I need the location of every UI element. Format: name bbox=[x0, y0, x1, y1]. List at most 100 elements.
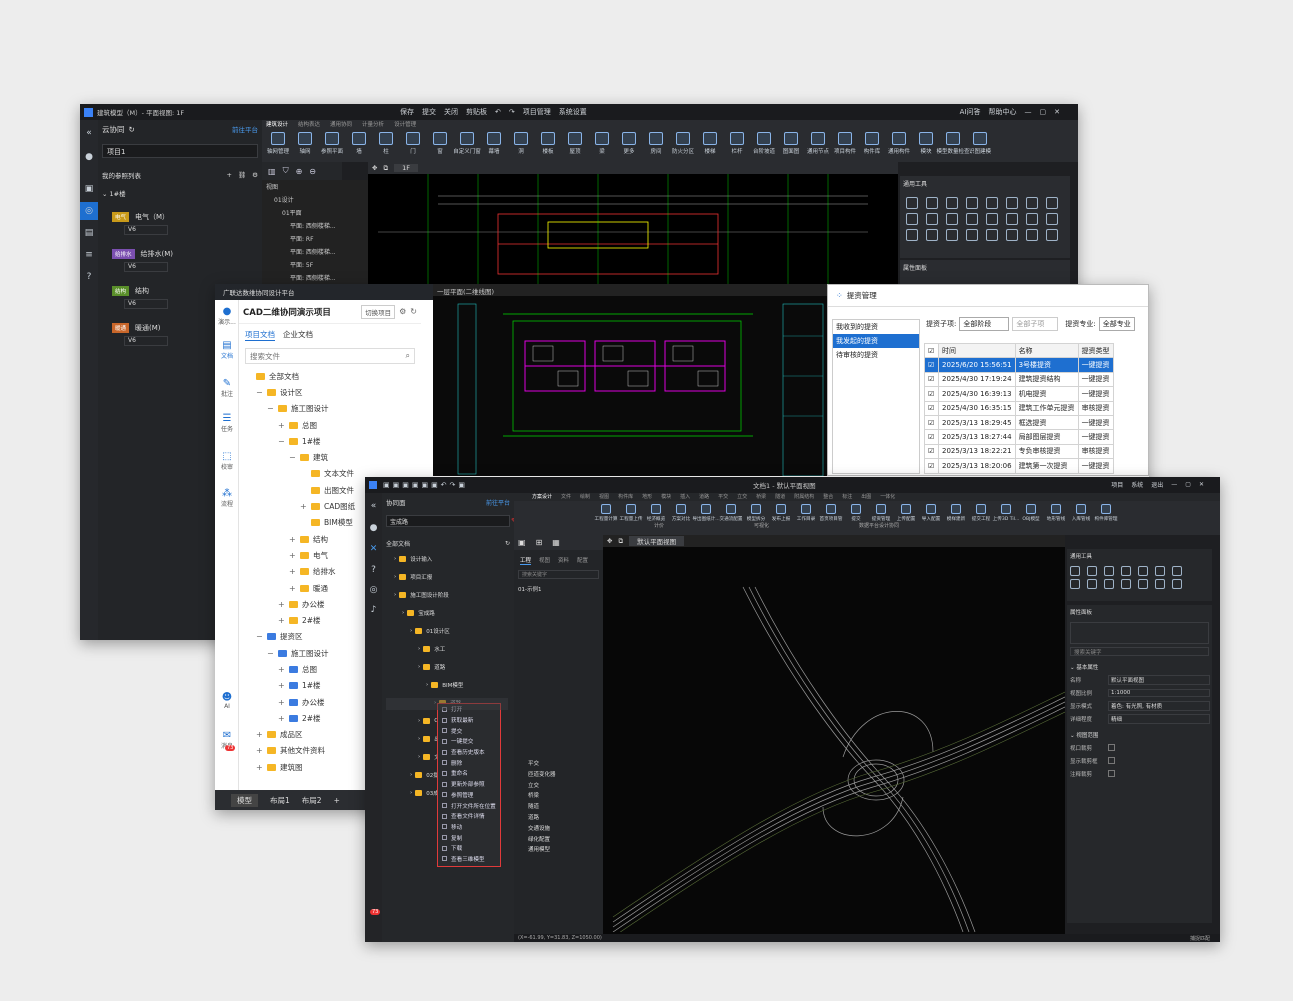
category-node[interactable]: 绿化配置 bbox=[518, 835, 556, 846]
file-node[interactable]: + 总图 bbox=[245, 417, 421, 433]
chevron-icon[interactable]: › bbox=[410, 790, 412, 796]
add-icon[interactable]: + bbox=[226, 171, 231, 179]
tool-icon[interactable] bbox=[1138, 579, 1148, 589]
tree-node[interactable]: 平面: 西侧楼梯... bbox=[262, 245, 368, 258]
ribbon-button[interactable]: 梁 bbox=[590, 132, 614, 155]
discipline-item[interactable]: 电气 电气（M） bbox=[112, 212, 262, 222]
pan-icon[interactable]: ✥ bbox=[607, 537, 612, 545]
expand-icon[interactable]: − bbox=[289, 453, 297, 462]
file-node[interactable]: − 施工图设计 bbox=[245, 401, 421, 417]
tool-icon[interactable] bbox=[966, 229, 978, 241]
table-row[interactable]: ☑ 2025/4/30 17:19:24 建筑提资结构 一键提资 bbox=[924, 371, 1114, 388]
ribbon-button[interactable]: 经济概览 bbox=[644, 504, 668, 522]
tree-node[interactable]: 视图 bbox=[262, 180, 368, 193]
ribbon-button[interactable]: 墙 bbox=[347, 132, 371, 155]
ribbon-button[interactable]: 房间 bbox=[644, 132, 668, 155]
tool-icon[interactable] bbox=[1006, 213, 1018, 225]
tab-1[interactable]: 结构表达 bbox=[298, 120, 320, 129]
ribbon-button[interactable]: 栏杆 bbox=[725, 132, 749, 155]
ribbon-button[interactable]: 楼板 bbox=[536, 132, 560, 155]
chevron-down-icon[interactable]: ⌄ bbox=[102, 190, 110, 198]
ribbon-button[interactable]: 模样建新 bbox=[944, 504, 968, 522]
tool-icon[interactable] bbox=[966, 197, 978, 209]
file-node[interactable]: › 项目汇报 bbox=[382, 568, 514, 586]
expand-icon[interactable]: + bbox=[300, 502, 308, 511]
stage-select[interactable]: 全部阶段 bbox=[959, 317, 1010, 331]
mid-tree-top[interactable]: 01-示例1 bbox=[514, 582, 603, 596]
table-row[interactable]: ☑ 2025/3/13 18:22:21 专负审核提资 审核提资 bbox=[924, 443, 1114, 460]
version-select[interactable]: V6 bbox=[124, 336, 168, 346]
clipboard-button[interactable]: 剪贴板 bbox=[466, 107, 487, 117]
tab-8[interactable]: 道路 bbox=[699, 493, 709, 501]
snap-toggle[interactable]: 捕捉匹配 bbox=[1190, 935, 1210, 942]
table-row[interactable]: ☑ 2025/4/30 16:39:13 机电提资 一键提资 bbox=[924, 386, 1114, 402]
tool-icon[interactable] bbox=[1104, 566, 1114, 576]
tool-icon[interactable] bbox=[1046, 213, 1058, 225]
row-checkbox[interactable]: ☑ bbox=[924, 357, 939, 373]
nav-item[interactable]: ☰ 任务 bbox=[215, 413, 239, 433]
chevron-icon[interactable]: › bbox=[394, 556, 396, 562]
prop-value[interactable]: 默认平面视图 bbox=[1108, 674, 1210, 685]
cloud-icon[interactable]: ● bbox=[80, 148, 98, 166]
range-checkbox[interactable] bbox=[1108, 757, 1115, 764]
category-node[interactable]: 平交 bbox=[518, 759, 556, 770]
tab-17[interactable]: 一体化 bbox=[880, 493, 895, 501]
chevron-icon[interactable]: › bbox=[418, 646, 420, 652]
list-icon[interactable]: ▥ bbox=[268, 167, 276, 176]
tool-icon[interactable] bbox=[966, 213, 978, 225]
category-node[interactable]: 隧道 bbox=[518, 802, 556, 813]
category-node[interactable]: 交通设施 bbox=[518, 824, 556, 835]
tab-enterprise-docs[interactable]: 企业文档 bbox=[283, 329, 313, 341]
category-node[interactable]: 通用模型 bbox=[518, 845, 556, 856]
ribbon-button[interactable]: 屋顶 bbox=[563, 132, 587, 155]
redo-icon[interactable]: ↷ bbox=[509, 108, 515, 116]
layout-tab[interactable]: 模型 bbox=[231, 793, 258, 807]
switch-project-button[interactable]: 切换项目 bbox=[361, 304, 396, 319]
expand-icon[interactable]: + bbox=[278, 714, 286, 723]
version-select[interactable]: V6 bbox=[124, 262, 168, 272]
goto-platform-link[interactable]: 前往平台 bbox=[232, 124, 258, 134]
chevron-icon[interactable]: › bbox=[410, 772, 412, 778]
ribbon-button[interactable]: 工程量计算 bbox=[594, 504, 618, 522]
expand-icon[interactable]: + bbox=[289, 551, 297, 560]
tab-6[interactable]: 模块 bbox=[661, 493, 671, 501]
cube-icon[interactable]: ▣ bbox=[80, 180, 98, 198]
ribbon-button[interactable]: 楼梯 bbox=[698, 132, 722, 155]
project-select[interactable]: 宝成路 bbox=[387, 517, 408, 526]
tool-icon[interactable] bbox=[1172, 579, 1182, 589]
file-node[interactable]: › 道路 bbox=[382, 658, 514, 676]
category-node[interactable]: 道路 bbox=[518, 813, 556, 824]
tab-0[interactable]: 建筑设计 bbox=[266, 120, 288, 129]
sub-select[interactable]: 全部子项 bbox=[1012, 317, 1059, 331]
tool-icon[interactable] bbox=[1026, 229, 1038, 241]
tab-9[interactable]: 平交 bbox=[718, 493, 728, 501]
nav-item[interactable]: ⁂ 流程 bbox=[215, 488, 239, 508]
ribbon-button[interactable]: 通用构件 bbox=[887, 132, 911, 155]
major-select[interactable]: 全部专业 bbox=[1098, 317, 1135, 331]
expand-icon[interactable]: + bbox=[256, 730, 264, 739]
tool-icon[interactable] bbox=[986, 213, 998, 225]
menu-item[interactable]: 参照管理 bbox=[438, 790, 500, 801]
nav-item[interactable]: ☻ AI bbox=[215, 692, 239, 710]
ribbon-button[interactable]: 通用节点 bbox=[806, 132, 830, 155]
category-node[interactable]: 匝道变化器 bbox=[518, 770, 556, 781]
ai-qa-link[interactable]: AI问答 bbox=[960, 107, 981, 117]
ribbon-button[interactable]: 参照平面 bbox=[320, 132, 344, 155]
tool-icon[interactable] bbox=[1155, 566, 1165, 576]
file-node[interactable]: − 1#楼 bbox=[245, 433, 421, 449]
cloud-icon[interactable]: ● bbox=[365, 520, 382, 536]
row-checkbox[interactable]: ☑ bbox=[924, 458, 939, 474]
expand-icon[interactable]: − bbox=[256, 388, 264, 397]
help-center-link[interactable]: 帮助中心 bbox=[989, 107, 1017, 117]
collapse-icon[interactable]: « bbox=[80, 124, 98, 142]
ribbon-button[interactable]: 提资管理 bbox=[869, 504, 893, 522]
row-checkbox[interactable]: ☑ bbox=[924, 429, 939, 445]
ribbon-button[interactable]: 首页项目管 bbox=[819, 504, 843, 522]
prop-search-input[interactable]: 搜索关键字 bbox=[1070, 647, 1209, 656]
table-row[interactable]: ☑ 2025/4/30 16:35:15 建筑工作单元提资 审核提资 bbox=[924, 400, 1114, 416]
tab-2[interactable]: 绘制 bbox=[580, 493, 590, 501]
chevron-icon[interactable]: › bbox=[402, 610, 404, 616]
ribbon-button[interactable]: OBJ模型 bbox=[1019, 504, 1043, 522]
ribbon-button[interactable]: 窗 bbox=[428, 132, 452, 155]
menu-item[interactable]: 打开文件所在位置 bbox=[438, 800, 500, 811]
